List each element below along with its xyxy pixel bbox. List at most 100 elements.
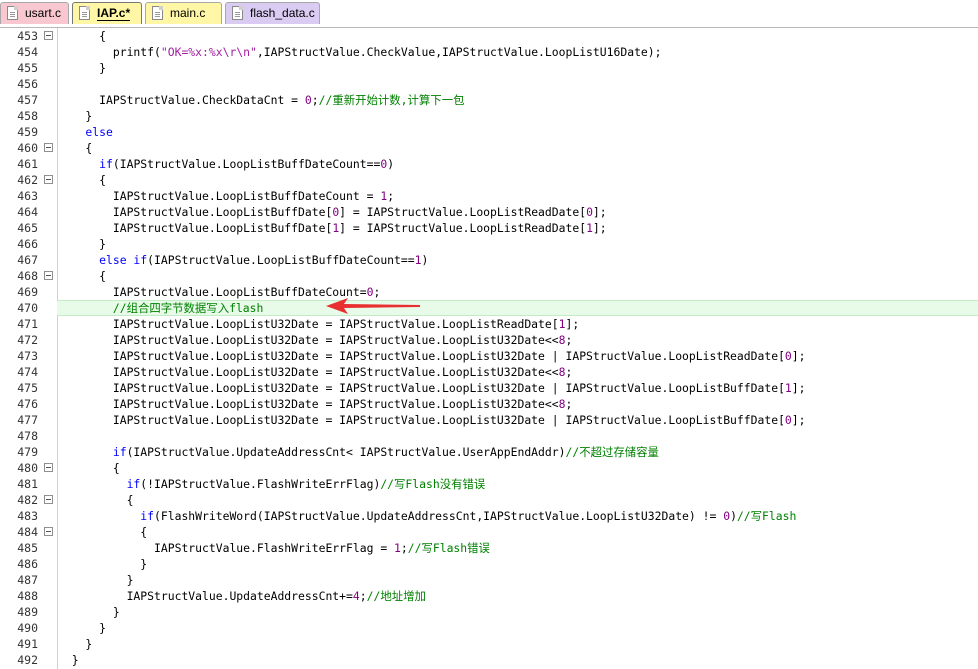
fold-toggle-icon[interactable]: [44, 495, 53, 504]
code-text: if(IAPStructValue.UpdateAddressCnt< IAPS…: [58, 444, 659, 460]
code-token: if: [58, 509, 155, 523]
line-number: 469: [17, 285, 38, 299]
code-token: ,IAPStructValue.CheckValue,IAPStructValu…: [256, 45, 662, 59]
code-text: IAPStructValue.LoopListU32Date = IAPStru…: [58, 396, 572, 412]
code-line[interactable]: 457 IAPStructValue.CheckDataCnt = 0;//重新…: [0, 92, 978, 108]
code-text: IAPStructValue.LoopListU32Date = IAPStru…: [58, 412, 806, 428]
code-token: (IAPStructValue.LoopListBuffDateCount==: [112, 157, 381, 171]
code-line[interactable]: 467 else if(IAPStructValue.LoopListBuffD…: [0, 252, 978, 268]
code-token: 1: [586, 221, 593, 235]
code-line[interactable]: 486 }: [0, 556, 978, 572]
code-token: //不超过存储容量: [565, 445, 659, 459]
code-line[interactable]: 462 {: [0, 172, 978, 188]
code-token: else: [58, 125, 113, 139]
code-token: (IAPStructValue.LoopListBuffDateCount==: [147, 253, 415, 267]
code-token: }: [58, 61, 107, 75]
code-line[interactable]: 475 IAPStructValue.LoopListU32Date = IAP…: [0, 380, 978, 396]
code-token: }: [58, 621, 107, 635]
code-line[interactable]: 477 IAPStructValue.LoopListU32Date = IAP…: [0, 412, 978, 428]
code-token: }: [58, 637, 93, 651]
line-number: 465: [17, 221, 38, 235]
file-icon: [7, 6, 18, 20]
line-number: 472: [17, 333, 38, 347]
code-text: }: [58, 604, 120, 620]
code-token: ): [387, 157, 395, 171]
tab-iap-c[interactable]: IAP.c*: [72, 2, 142, 24]
editor-tab-bar: usart.c IAP.c* main.c flash_data.c: [0, 0, 978, 28]
code-line[interactable]: 485 IAPStructValue.FlashWriteErrFlag = 1…: [0, 540, 978, 556]
code-token: ;: [400, 541, 408, 555]
code-line[interactable]: 458 }: [0, 108, 978, 124]
code-token: "OK=%x:%x\r\n": [160, 45, 257, 59]
code-line[interactable]: 469 IAPStructValue.LoopListBuffDateCount…: [0, 284, 978, 300]
code-token: ];: [565, 317, 580, 331]
code-line[interactable]: 492 }: [0, 652, 978, 668]
code-line[interactable]: 488 IAPStructValue.UpdateAddressCnt+=4;/…: [0, 588, 978, 604]
code-line[interactable]: 461 if(IAPStructValue.LoopListBuffDateCo…: [0, 156, 978, 172]
code-text: {: [58, 28, 106, 44]
tab-main-c[interactable]: main.c: [145, 2, 222, 24]
code-line[interactable]: 490 }: [0, 620, 978, 636]
code-text: {: [58, 172, 106, 188]
code-line[interactable]: 454 printf("OK=%x:%x\r\n",IAPStructValue…: [0, 44, 978, 60]
code-line[interactable]: 483 if(FlashWriteWord(IAPStructValue.Upd…: [0, 508, 978, 524]
file-icon: [232, 6, 243, 20]
line-number: 481: [17, 477, 38, 491]
fold-toggle-icon[interactable]: [44, 527, 53, 536]
code-line[interactable]: 476 IAPStructValue.LoopListU32Date = IAP…: [0, 396, 978, 412]
annotation-arrow: [326, 298, 420, 314]
code-token: ];: [791, 349, 806, 363]
code-text: IAPStructValue.LoopListU32Date = IAPStru…: [58, 380, 806, 396]
code-text: else if(IAPStructValue.LoopListBuffDateC…: [58, 252, 428, 268]
line-number: 489: [17, 605, 38, 619]
tab-flash-data-c[interactable]: flash_data.c: [225, 2, 320, 24]
fold-toggle-icon[interactable]: [44, 463, 53, 472]
code-token: }: [58, 237, 107, 251]
code-line[interactable]: 459 else: [0, 124, 978, 140]
fold-toggle-icon[interactable]: [44, 31, 53, 40]
line-number: 475: [17, 381, 38, 395]
code-token: ;: [565, 333, 573, 347]
code-line[interactable]: 455 }: [0, 60, 978, 76]
code-line[interactable]: 478: [0, 428, 978, 444]
code-line[interactable]: 489 }: [0, 604, 978, 620]
code-line[interactable]: 491 }: [0, 636, 978, 652]
code-line[interactable]: 460 {: [0, 140, 978, 156]
code-line[interactable]: 484 {: [0, 524, 978, 540]
code-text: IAPStructValue.UpdateAddressCnt+=4;//地址增…: [58, 588, 426, 604]
tab-usart-c[interactable]: usart.c: [0, 2, 69, 24]
code-line[interactable]: 464 IAPStructValue.LoopListBuffDate[0] =…: [0, 204, 978, 220]
fold-toggle-icon[interactable]: [44, 143, 53, 152]
tab-label: main.c: [170, 6, 206, 20]
code-token: ): [730, 509, 737, 523]
code-line[interactable]: 456: [0, 76, 978, 92]
code-line[interactable]: 463 IAPStructValue.LoopListBuffDateCount…: [0, 188, 978, 204]
code-line[interactable]: 480 {: [0, 460, 978, 476]
code-token: 0: [586, 205, 593, 219]
code-line[interactable]: 468 {: [0, 268, 978, 284]
code-text: }: [58, 652, 79, 668]
code-line[interactable]: 472 IAPStructValue.LoopListU32Date = IAP…: [0, 332, 978, 348]
code-text: }: [58, 108, 92, 124]
code-line[interactable]: 474 IAPStructValue.LoopListU32Date = IAP…: [0, 364, 978, 380]
code-line[interactable]: 466 }: [0, 236, 978, 252]
code-text: if(IAPStructValue.LoopListBuffDateCount=…: [58, 156, 394, 172]
code-line[interactable]: 481 if(!IAPStructValue.FlashWriteErrFlag…: [0, 476, 978, 492]
code-line[interactable]: 479 if(IAPStructValue.UpdateAddressCnt< …: [0, 444, 978, 460]
code-line[interactable]: 482 {: [0, 492, 978, 508]
code-line[interactable]: 473 IAPStructValue.LoopListU32Date = IAP…: [0, 348, 978, 364]
code-line[interactable]: 465 IAPStructValue.LoopListBuffDate[1] =…: [0, 220, 978, 236]
line-number: 477: [17, 413, 38, 427]
file-icon: [79, 6, 90, 20]
code-token: ];: [592, 205, 607, 219]
code-text: IAPStructValue.LoopListU32Date = IAPStru…: [58, 332, 572, 348]
code-editor[interactable]: 453 {454 printf("OK=%x:%x\r\n",IAPStruct…: [0, 28, 978, 669]
code-line[interactable]: 453 {: [0, 28, 978, 44]
code-line[interactable]: 487 }: [0, 572, 978, 588]
code-token: //写Flash: [736, 509, 797, 523]
code-token: //写Flash错误: [407, 541, 490, 555]
fold-toggle-icon[interactable]: [44, 271, 53, 280]
code-line[interactable]: 471 IAPStructValue.LoopListU32Date = IAP…: [0, 316, 978, 332]
fold-toggle-icon[interactable]: [44, 175, 53, 184]
code-line[interactable]: 470 //组合四字节数据写入flash: [0, 300, 978, 316]
